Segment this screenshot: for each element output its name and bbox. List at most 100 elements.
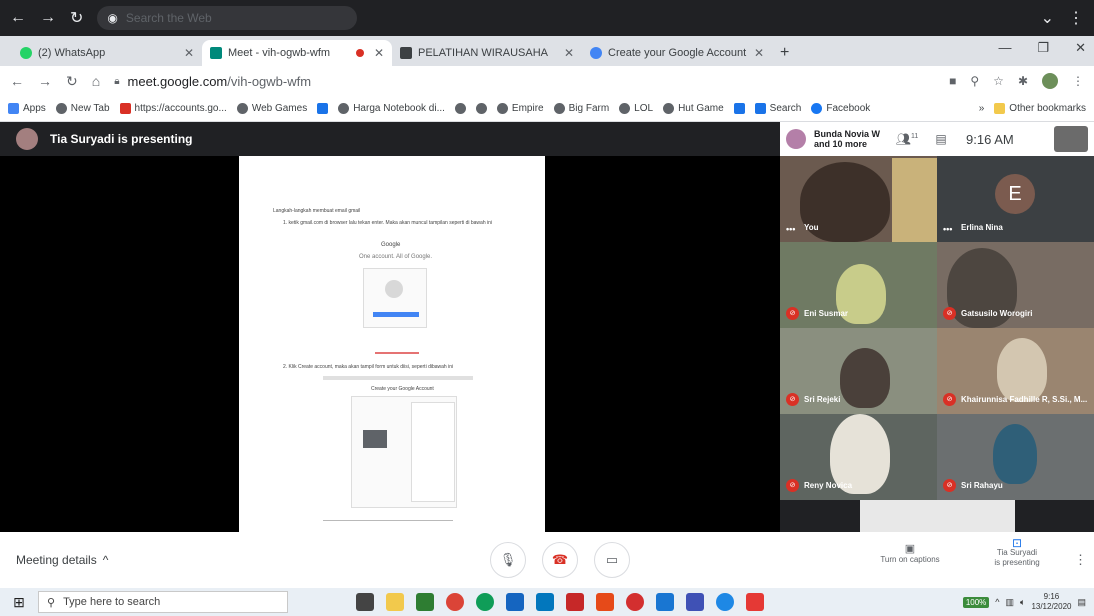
- participant-tile[interactable]: E ••• Erlina Nina: [937, 156, 1094, 242]
- more-bookmarks-icon[interactable]: »: [979, 103, 985, 114]
- participant-grid: ••• You E ••• Erlina Nina ⊘ Eni Susmar ⊘…: [780, 156, 1094, 532]
- present-screen-icon: ⊡: [1011, 536, 1023, 550]
- tab-meet[interactable]: Meet - vih-ogwb-wfm ✕: [202, 40, 392, 66]
- bookmark-label: Harga Notebook di...: [353, 103, 445, 114]
- battery-indicator[interactable]: 100%: [962, 596, 990, 608]
- participant-tile[interactable]: ⊘ Gatsusilo Worogiri: [937, 242, 1094, 328]
- chevron-down-icon[interactable]: ⌄: [1041, 8, 1054, 28]
- profile-avatar[interactable]: [1042, 73, 1058, 89]
- participant-tile[interactable]: ⊘ Reny Novica: [780, 414, 937, 500]
- menu-icon[interactable]: ⋮: [1072, 74, 1084, 88]
- bookmark-lol[interactable]: LOL: [619, 103, 653, 114]
- camera-icon[interactable]: ■: [949, 74, 956, 88]
- url-text[interactable]: meet.google.com/vih-ogwb-wfm: [128, 74, 312, 89]
- close-window-icon[interactable]: ✕: [1075, 40, 1086, 56]
- store-icon[interactable]: [506, 593, 524, 611]
- chrome-icon[interactable]: [446, 593, 464, 611]
- call-controls: 🎙︎ ☎︎ ▭: [490, 542, 630, 578]
- bookmark-blue[interactable]: [317, 103, 329, 114]
- other-bookmarks[interactable]: Other bookmarks: [994, 103, 1086, 114]
- omnibox[interactable]: 🔒︎ meet.google.com/vih-ogwb-wfm: [114, 69, 935, 93]
- tab-pelatihan[interactable]: PELATIHAN WIRAUSAHA ✕: [392, 40, 582, 66]
- reload-icon[interactable]: ↻: [70, 8, 83, 28]
- volume-icon[interactable]: 🔈︎: [1020, 597, 1025, 608]
- zoom-icon[interactable]: ⚲: [970, 74, 979, 88]
- star-icon[interactable]: ☆: [993, 74, 1004, 88]
- people-icon[interactable]: 👥︎11: [894, 132, 920, 146]
- participant-name: Reny Novica: [804, 481, 853, 490]
- file-explorer-icon[interactable]: [386, 593, 404, 611]
- reload-icon[interactable]: ↻: [66, 73, 78, 90]
- bookmark-globe-2[interactable]: [475, 103, 487, 114]
- minimize-icon[interactable]: —: [998, 40, 1011, 56]
- close-icon[interactable]: ✕: [754, 46, 764, 60]
- mail-icon[interactable]: [536, 593, 554, 611]
- bookmark-harga[interactable]: Harga Notebook di...: [338, 103, 445, 114]
- back-icon[interactable]: ←: [10, 73, 24, 89]
- outer-search-box[interactable]: ◉ Search the Web: [97, 6, 358, 30]
- bookmark-apps[interactable]: Apps: [8, 103, 46, 114]
- bookmark-label: Apps: [23, 103, 46, 114]
- more-icon[interactable]: ⋮: [1068, 8, 1084, 28]
- bookmark-web-games[interactable]: Web Games: [236, 103, 307, 114]
- captions-button[interactable]: ▣ Turn on captions: [872, 542, 948, 564]
- leave-call-button[interactable]: ☎︎: [542, 542, 578, 578]
- new-tab-icon[interactable]: +: [772, 44, 797, 66]
- microphone-button[interactable]: 🎙︎: [490, 542, 526, 578]
- bookmark-hut-game[interactable]: Hut Game: [663, 103, 724, 114]
- app-u-icon[interactable]: [566, 593, 584, 611]
- participant-tile[interactable]: ⊘ Sri Rejeki: [780, 328, 937, 414]
- participant-tile[interactable]: ⊘ Khairunnisa Fadhille R, S.Si., M...: [937, 328, 1094, 414]
- close-icon[interactable]: ✕: [564, 46, 574, 60]
- google-icon: [590, 47, 602, 59]
- more-options-icon[interactable]: •••: [786, 224, 795, 234]
- meeting-time: 9:16 AM: [966, 131, 1014, 147]
- search-icon: ⚲: [47, 596, 56, 609]
- bookmark-globe-1[interactable]: [454, 103, 466, 114]
- more-options-icon[interactable]: •••: [943, 224, 952, 234]
- edge-icon[interactable]: [476, 593, 494, 611]
- notification-icon[interactable]: ▤: [1077, 597, 1086, 608]
- camera-button[interactable]: ▭: [594, 542, 630, 578]
- bookmark-gmail[interactable]: https://accounts.go...: [119, 103, 227, 114]
- bookmark-search[interactable]: Search: [754, 103, 801, 114]
- recording-dot-icon: [355, 49, 364, 57]
- taskbar-search[interactable]: ⚲ Type here to search: [38, 591, 288, 613]
- participant-tile[interactable]: ⊘ Sri Rahayu: [937, 414, 1094, 500]
- extensions-icon[interactable]: ✱: [1018, 74, 1028, 88]
- bookmark-new-tab[interactable]: New Tab: [55, 103, 110, 114]
- chat-icon[interactable]: ▤: [928, 132, 954, 146]
- check-app-icon[interactable]: [656, 593, 674, 611]
- office-icon[interactable]: [596, 593, 614, 611]
- presentation-stage[interactable]: Langkah-langkah membuat email gmail 1. k…: [0, 156, 780, 532]
- task-view-icon[interactable]: [356, 593, 374, 611]
- bookmark-facebook[interactable]: Facebook: [811, 103, 870, 114]
- forward-icon[interactable]: →: [40, 9, 56, 27]
- bookmark-big-farm[interactable]: Big Farm: [553, 103, 609, 114]
- windows-start-icon[interactable]: ⊞: [8, 594, 30, 611]
- app-red-icon[interactable]: [746, 593, 764, 611]
- close-icon[interactable]: ✕: [374, 46, 384, 60]
- participant-tile[interactable]: ••• You: [780, 156, 937, 242]
- bookmark-blue-2[interactable]: [733, 103, 745, 114]
- chevron-up-icon[interactable]: ^: [995, 597, 999, 607]
- home-icon[interactable]: ⌂: [92, 73, 100, 89]
- app-blue-icon[interactable]: [686, 593, 704, 611]
- presenting-status-button[interactable]: ⊡ Tia Suryadi is presenting: [982, 536, 1052, 568]
- participant-tile[interactable]: ⊘ Eni Susmar: [780, 242, 937, 328]
- close-icon[interactable]: ✕: [184, 46, 194, 60]
- tab-google-account[interactable]: Create your Google Account ✕: [582, 40, 772, 66]
- forward-icon[interactable]: →: [38, 73, 52, 89]
- bookmark-empire[interactable]: Empire: [496, 103, 544, 114]
- back-icon[interactable]: ←: [10, 9, 26, 27]
- more-options-icon[interactable]: ⋮: [1074, 552, 1087, 568]
- network-icon[interactable]: ▥: [1006, 597, 1015, 608]
- meeting-details-button[interactable]: Meeting details ^: [16, 553, 108, 567]
- app-l-icon[interactable]: [416, 593, 434, 611]
- globe-icon: [619, 103, 631, 114]
- opera-icon[interactable]: [626, 593, 644, 611]
- restore-icon[interactable]: ❐: [1037, 40, 1049, 56]
- tab-whatsapp[interactable]: (2) WhatsApp ✕: [12, 40, 202, 66]
- taskbar-clock[interactable]: 9:16 13/12/2020: [1031, 592, 1071, 612]
- browser-icon[interactable]: [716, 593, 734, 611]
